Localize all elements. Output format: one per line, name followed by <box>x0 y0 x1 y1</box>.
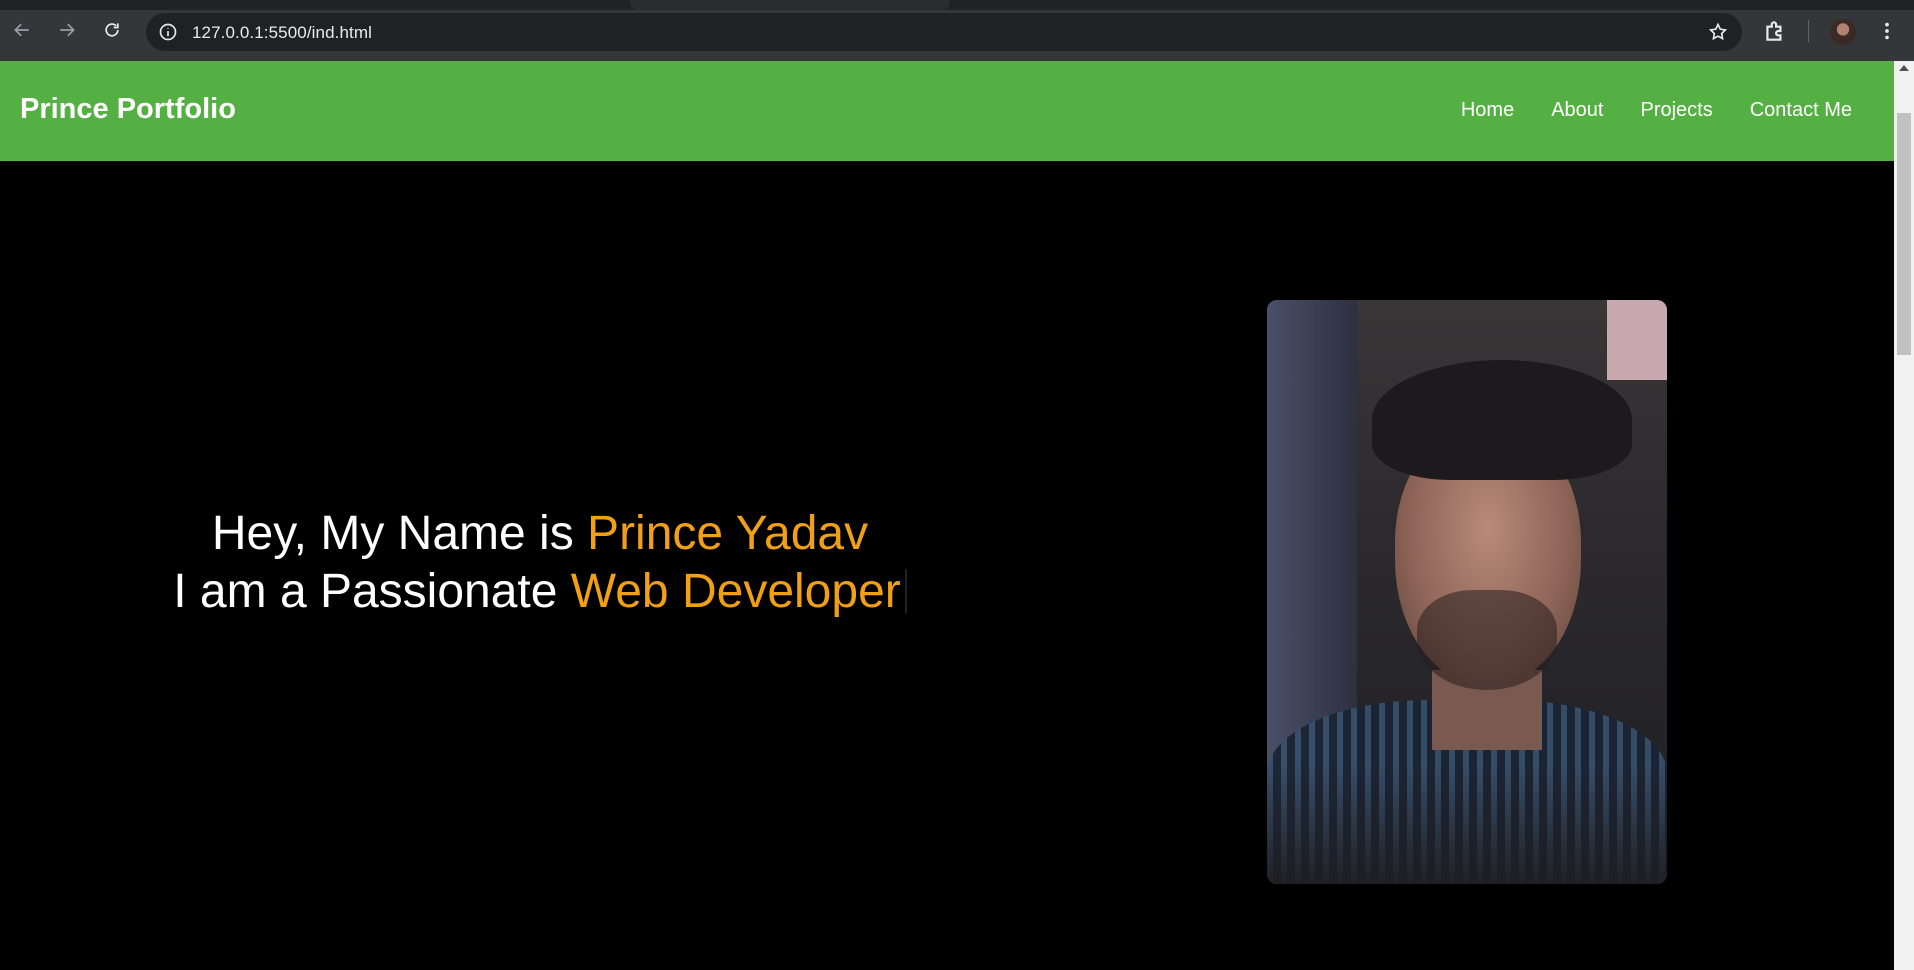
scroll-up-arrow-icon[interactable] <box>1899 65 1909 71</box>
hero-name: Prince Yadav <box>587 507 869 560</box>
hero-line1-prefix: Hey, My Name is <box>211 507 588 560</box>
profile-avatar[interactable] <box>1830 19 1856 45</box>
toolbar-divider <box>1808 20 1809 42</box>
kebab-menu-icon[interactable] <box>1874 18 1900 44</box>
nav-projects[interactable]: Projects <box>1640 99 1712 122</box>
hero-line2-prefix: I am a Passionate <box>173 565 571 618</box>
nav-contact[interactable]: Contact Me <box>1750 99 1852 122</box>
page-viewport: Prince Portfolio Home About Projects Con… <box>0 61 1894 970</box>
photo-background-wall <box>1607 300 1667 380</box>
bookmark-star-icon[interactable] <box>1708 22 1728 42</box>
back-icon[interactable] <box>8 16 36 44</box>
browser-toolbar: 127.0.0.1:5500/ind.html <box>0 0 1914 61</box>
photo-hair <box>1372 360 1632 480</box>
address-bar[interactable]: 127.0.0.1:5500/ind.html <box>146 13 1742 51</box>
hero-role: Web Developer <box>570 565 901 618</box>
photo-beard <box>1417 590 1557 690</box>
tab-strip <box>0 0 1914 10</box>
forward-icon[interactable] <box>53 16 81 44</box>
nav-about[interactable]: About <box>1551 99 1603 122</box>
site-header: Prince Portfolio Home About Projects Con… <box>0 61 1894 161</box>
reload-icon[interactable] <box>98 16 126 44</box>
photo-bottom-fade <box>1267 764 1667 884</box>
site-info-icon[interactable] <box>158 22 178 42</box>
typing-caret <box>904 569 907 613</box>
profile-photo <box>1267 300 1667 884</box>
nav-home[interactable]: Home <box>1461 99 1514 122</box>
page-scrollbar[interactable] <box>1894 61 1914 970</box>
main-nav: Home About Projects Contact Me <box>1461 99 1852 122</box>
scrollbar-thumb[interactable] <box>1897 113 1911 355</box>
active-tab-edge[interactable] <box>630 0 950 10</box>
hero-heading: Hey, My Name is Prince Yadav I am a Pass… <box>160 505 920 621</box>
extensions-icon[interactable] <box>1762 18 1788 44</box>
brand-logo[interactable]: Prince Portfolio <box>20 93 236 126</box>
url-text[interactable]: 127.0.0.1:5500/ind.html <box>192 23 372 43</box>
